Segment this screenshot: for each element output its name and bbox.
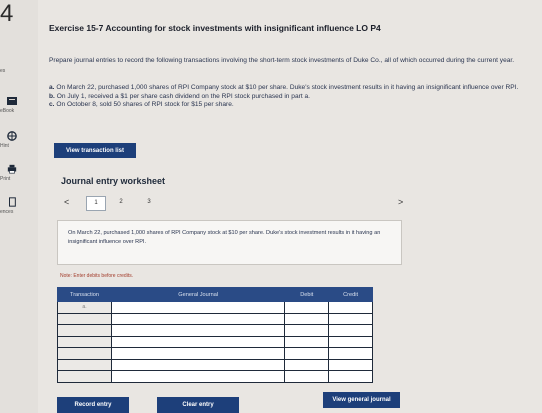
- journal-entry-table: Transaction General Journal Debit Credit…: [56, 287, 373, 383]
- rail-label: Hint: [0, 143, 9, 149]
- exercise-intro: Prepare journal entries to record the fo…: [49, 57, 515, 64]
- transaction-item: b. On July 1, received a $1 per share ca…: [49, 93, 541, 102]
- references-icon: [9, 197, 16, 207]
- account-input[interactable]: [111, 370, 286, 383]
- table-row: [56, 358, 373, 371]
- item-letter: c.: [49, 101, 55, 108]
- column-header-transaction: Transaction: [56, 287, 113, 302]
- transaction-list: a. On March 22, purchased 1,000 shares o…: [49, 84, 541, 110]
- table-row: [56, 312, 373, 325]
- column-header-credit: Credit: [328, 287, 373, 302]
- chevron-right-icon[interactable]: >: [398, 197, 403, 207]
- debit-input[interactable]: [284, 335, 330, 348]
- rail-item-es[interactable]: es: [0, 66, 38, 74]
- transaction-item: c. On October 8, sold 50 shares of RPI s…: [49, 101, 541, 110]
- item-letter: a.: [49, 84, 55, 91]
- transaction-cell: [56, 312, 113, 325]
- rail-label: ences: [0, 209, 14, 215]
- account-input[interactable]: [111, 312, 286, 325]
- transaction-item: a. On March 22, purchased 1,000 shares o…: [49, 84, 541, 93]
- debit-input[interactable]: [284, 370, 330, 383]
- table-row: [56, 335, 373, 348]
- exercise-title: Exercise 15-7 Accounting for stock inves…: [49, 23, 381, 33]
- account-input[interactable]: [111, 358, 286, 371]
- table-row: [56, 347, 373, 360]
- column-header-general-journal: General Journal: [111, 287, 286, 302]
- account-input[interactable]: [111, 301, 286, 314]
- credit-input[interactable]: [328, 335, 373, 348]
- table-row: a.: [56, 301, 373, 314]
- table-row: [56, 370, 373, 383]
- rail-item-print[interactable]: Print: [0, 164, 38, 182]
- worksheet-title: Journal entry worksheet: [61, 176, 166, 186]
- question-number: 4: [0, 0, 14, 27]
- entry-description: On March 22, purchased 1,000 shares of R…: [68, 230, 381, 245]
- credit-input[interactable]: [328, 347, 373, 360]
- rail-label: eBook: [0, 108, 15, 114]
- item-text: On October 8, sold 50 shares of RPI stoc…: [56, 101, 234, 108]
- credit-input[interactable]: [328, 301, 373, 314]
- entry-description-box: On March 22, purchased 1,000 shares of R…: [57, 220, 402, 265]
- debit-input[interactable]: [284, 347, 330, 360]
- tab-1[interactable]: 1: [86, 196, 106, 211]
- debit-input[interactable]: [284, 358, 330, 371]
- entry-note: Note: Enter debits before credits.: [60, 273, 134, 279]
- rail-item-hint[interactable]: Hint: [0, 131, 38, 149]
- clear-entry-button[interactable]: Clear entry: [157, 397, 239, 413]
- table-header-row: Transaction General Journal Debit Credit: [56, 287, 373, 302]
- rail-item-references[interactable]: ences: [0, 197, 38, 215]
- table-row: [56, 324, 373, 337]
- transaction-cell: [56, 324, 113, 337]
- transaction-cell: [56, 358, 113, 371]
- worksheet-nav: < 1 2 3 >: [56, 196, 416, 211]
- record-entry-button[interactable]: Record entry: [57, 397, 129, 413]
- book-icon: [7, 97, 17, 105]
- tab-2[interactable]: 2: [112, 196, 130, 209]
- credit-input[interactable]: [328, 370, 373, 383]
- rail-label: Print: [0, 176, 11, 182]
- transaction-cell: [56, 347, 113, 360]
- rail-label: es: [0, 68, 6, 74]
- account-input[interactable]: [111, 335, 286, 348]
- print-icon: [7, 164, 17, 174]
- credit-input[interactable]: [328, 358, 373, 371]
- view-general-journal-button[interactable]: View general journal: [323, 392, 400, 408]
- item-letter: b.: [49, 92, 55, 100]
- debit-input[interactable]: [284, 324, 330, 337]
- account-input[interactable]: [111, 347, 286, 360]
- debit-input[interactable]: [284, 301, 330, 314]
- transaction-cell: a.: [56, 301, 113, 314]
- column-header-debit: Debit: [284, 287, 330, 302]
- view-transaction-list-button[interactable]: View transaction list: [54, 143, 136, 158]
- transaction-cell: [56, 370, 113, 383]
- transaction-cell: [56, 335, 113, 348]
- hint-icon: [7, 131, 17, 141]
- debit-input[interactable]: [284, 312, 330, 325]
- chevron-left-icon[interactable]: <: [64, 197, 69, 207]
- credit-input[interactable]: [328, 312, 373, 325]
- tab-3[interactable]: 3: [140, 196, 158, 209]
- item-text: On July 1, received a $1 per share cash …: [56, 92, 310, 100]
- rail-item-ebook[interactable]: eBook: [0, 96, 38, 114]
- item-text: On March 22, purchased 1,000 shares of R…: [56, 84, 519, 91]
- credit-input[interactable]: [328, 324, 373, 337]
- account-input[interactable]: [111, 324, 286, 337]
